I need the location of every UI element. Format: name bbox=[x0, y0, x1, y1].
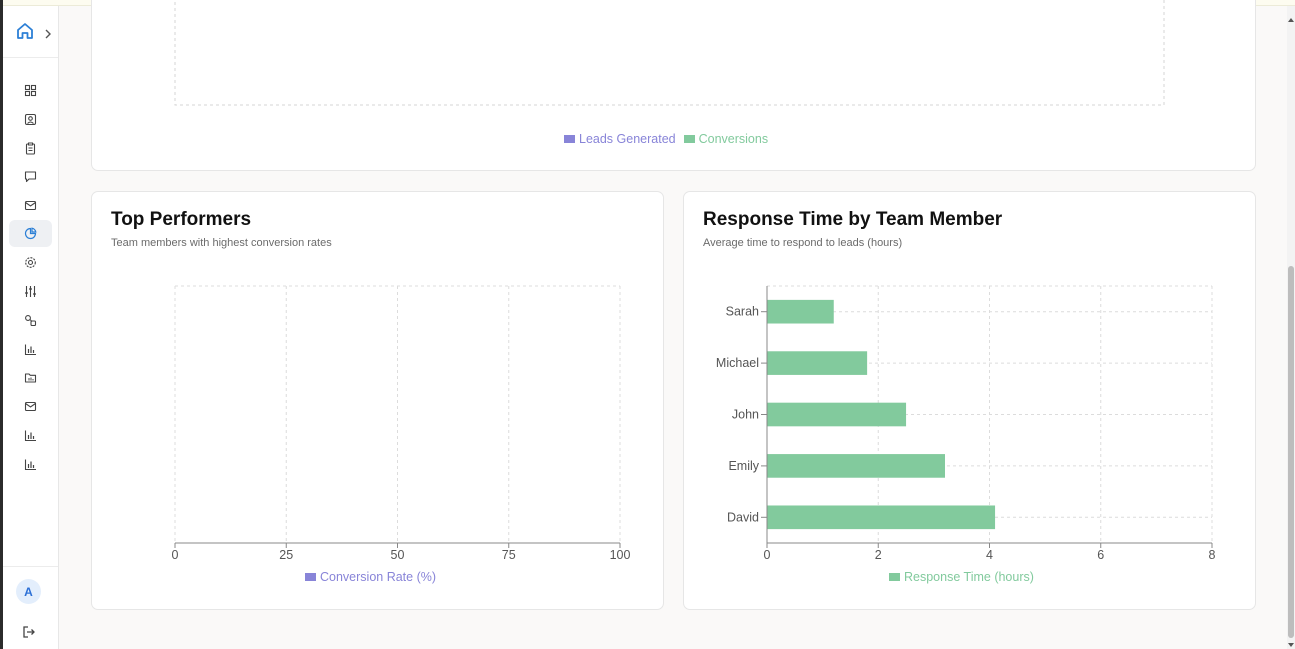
y-tick-label: John bbox=[732, 408, 759, 422]
integrations-icon bbox=[24, 314, 37, 327]
y-tick-label: Michael bbox=[716, 356, 759, 370]
chevron-right-icon[interactable] bbox=[43, 25, 53, 39]
bar bbox=[767, 454, 945, 478]
bar-chart-icon bbox=[24, 429, 37, 442]
scroll-down-icon[interactable] bbox=[1287, 634, 1295, 647]
avatar[interactable]: A bbox=[16, 579, 41, 604]
contacts-icon bbox=[24, 113, 37, 126]
y-tick-label: Emily bbox=[728, 459, 759, 473]
response-time-legend: Response Time (hours) bbox=[889, 570, 1034, 584]
sidebar-item-pie-chart[interactable] bbox=[9, 220, 52, 247]
folder-icon bbox=[24, 371, 37, 384]
sidebar-footer: A bbox=[3, 566, 58, 649]
dashboard-icon bbox=[24, 84, 37, 97]
mail-icon bbox=[24, 199, 37, 212]
sidebar-item-bar-chart[interactable] bbox=[9, 422, 52, 449]
response-time-card: Response Time by Team Member Average tim… bbox=[683, 191, 1256, 610]
legend-item-conversions: Conversions bbox=[683, 132, 768, 146]
sidebar-item-folder[interactable] bbox=[9, 364, 52, 391]
sidebar: A bbox=[3, 6, 59, 649]
bar bbox=[767, 402, 907, 427]
leads-chart-plot bbox=[174, 0, 1165, 106]
sidebar-item-settings[interactable] bbox=[9, 249, 52, 276]
x-tick-label: 50 bbox=[391, 548, 405, 562]
leads-chart-legend: Leads Generated Conversions bbox=[564, 132, 768, 146]
scroll-up-icon[interactable] bbox=[1287, 9, 1295, 22]
sidebar-item-bar-chart[interactable] bbox=[9, 336, 52, 363]
sliders-icon bbox=[24, 285, 37, 298]
sidebar-item-clipboard[interactable] bbox=[9, 135, 52, 162]
sidebar-header bbox=[3, 6, 58, 58]
sidebar-item-sliders[interactable] bbox=[9, 278, 52, 305]
bar bbox=[767, 299, 834, 324]
top-performers-legend: Conversion Rate (%) bbox=[305, 570, 436, 584]
leads-conversions-card: Leads Generated Conversions bbox=[91, 0, 1256, 171]
sidebar-item-contacts[interactable] bbox=[9, 106, 52, 133]
x-tick-label: 8 bbox=[1209, 548, 1216, 562]
mail-icon bbox=[24, 400, 37, 413]
x-tick-label: 0 bbox=[764, 548, 771, 562]
sidebar-item-mail[interactable] bbox=[9, 393, 52, 420]
x-tick-label: 25 bbox=[279, 548, 293, 562]
top-performers-chart: 0 25 50 75 100 bbox=[172, 285, 631, 562]
scrollbar-thumb[interactable] bbox=[1288, 266, 1294, 638]
legend-item-leads: Leads Generated bbox=[564, 132, 676, 146]
sidebar-item-mail[interactable] bbox=[9, 192, 52, 219]
y-tick-label: Sarah bbox=[726, 305, 759, 319]
legend-item-conversion-rate: Conversion Rate (%) bbox=[305, 570, 436, 584]
clipboard-icon bbox=[24, 142, 37, 155]
chat-icon bbox=[24, 170, 37, 183]
x-tick-label: 75 bbox=[502, 548, 516, 562]
bar bbox=[767, 351, 868, 375]
bar-chart-icon bbox=[24, 343, 37, 356]
bar bbox=[767, 505, 996, 530]
settings-icon bbox=[24, 256, 37, 269]
page-scrollbar[interactable] bbox=[1287, 6, 1295, 649]
sidebar-item-dashboard[interactable] bbox=[9, 77, 52, 104]
y-tick-label: David bbox=[727, 510, 759, 524]
x-tick-label: 4 bbox=[986, 548, 993, 562]
response-time-chart: Sarah Michael John Emily David 0 2 4 6 8 bbox=[716, 285, 1216, 562]
sidebar-item-chat[interactable] bbox=[9, 163, 52, 190]
x-tick-label: 0 bbox=[172, 548, 179, 562]
top-performers-card: Top Performers Team members with highest… bbox=[91, 191, 664, 610]
bar-chart-icon bbox=[24, 458, 37, 471]
home-icon[interactable] bbox=[15, 21, 35, 41]
x-tick-label: 6 bbox=[1097, 548, 1104, 562]
x-tick-label: 100 bbox=[610, 548, 631, 562]
pie-chart-icon bbox=[24, 227, 37, 240]
x-tick-label: 2 bbox=[875, 548, 882, 562]
legend-item-response-time: Response Time (hours) bbox=[889, 570, 1034, 584]
sidebar-item-integrations[interactable] bbox=[9, 307, 52, 334]
sidebar-item-bar-chart[interactable] bbox=[9, 451, 52, 478]
logout-icon[interactable] bbox=[22, 624, 36, 638]
